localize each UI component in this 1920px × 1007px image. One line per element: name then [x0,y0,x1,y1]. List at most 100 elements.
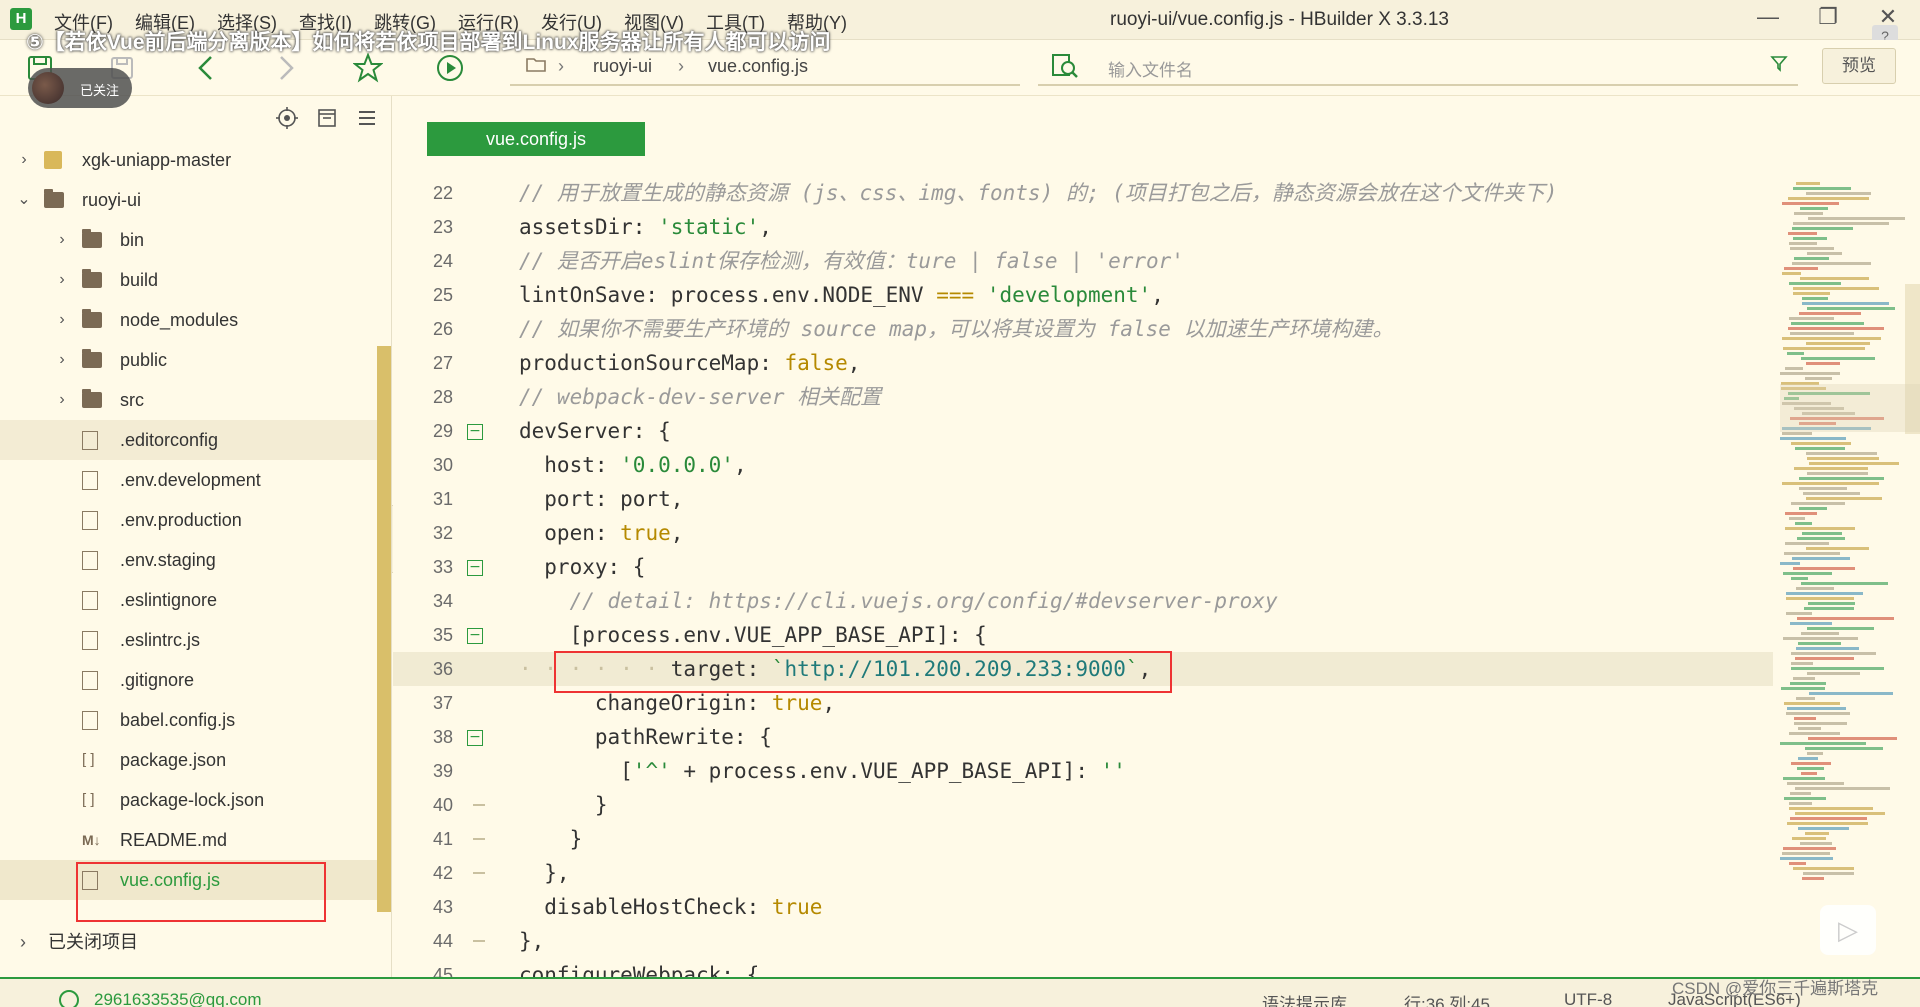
code-text: disableHostCheck: true [519,895,823,919]
cursor-position[interactable]: 行:36 列:45 [1404,990,1490,1007]
breadcrumb-project[interactable]: ruoyi-ui [593,56,652,77]
tree-item[interactable]: › build [0,260,378,300]
minimap-line [1791,662,1813,665]
code-line[interactable]: 33− proxy: { [393,550,1773,584]
locate-icon[interactable] [275,106,299,130]
code-text: } [519,793,608,817]
encoding[interactable]: UTF-8 [1564,990,1612,1007]
code-line[interactable]: 34 // detail: https://cli.vuejs.org/conf… [393,584,1773,618]
line-number: 38 [432,727,453,747]
fold-toggle-icon[interactable]: − [467,730,483,746]
tree-item[interactable]: .env.staging [0,540,378,580]
code-line[interactable]: 25 lintOnSave: process.env.NODE_ENV === '… [393,278,1773,312]
code-line[interactable]: 29− devServer: { [393,414,1773,448]
line-number: 28 [432,387,453,407]
breadcrumb-file[interactable]: vue.config.js [708,56,808,77]
tree-item[interactable]: .editorconfig [0,420,378,460]
minimap-line [1798,757,1818,760]
tab-vue-config[interactable]: vue.config.js [427,122,645,156]
code-line[interactable]: 32 open: true, [393,516,1773,550]
code-line[interactable]: 42 }, [393,856,1773,890]
code-line[interactable]: 22 // 用于放置生成的静态资源 (js、css、img、fonts) 的; (… [393,176,1773,210]
menu-icon[interactable] [355,106,379,130]
preview-button[interactable]: 预览 [1822,48,1896,84]
fold-toggle-icon[interactable]: − [467,424,483,440]
chevron-right-icon[interactable]: › [52,220,72,260]
minimap-line [1805,747,1883,750]
minimap-line [1806,192,1871,195]
chevron-right-icon[interactable]: › [14,140,34,180]
video-title-overlay: ⑤【若依Vue前后端分离版本】如何将若依项目部署到Linux服务器让所有人都可以… [26,31,831,54]
chevron-right-icon[interactable]: › [52,340,72,380]
tree-item[interactable]: › public [0,340,378,380]
minimap-line [1793,187,1851,190]
minimap-line [1793,237,1827,240]
code-text: }, [519,861,570,885]
minimap-line [1793,867,1854,870]
tree-item-label: package.json [120,750,227,770]
tree-item[interactable]: › node_modules [0,300,378,340]
minimap-line [1780,372,1840,375]
chevron-down-icon[interactable]: ⌄ [14,180,34,220]
code-editor[interactable]: vue.config.js 22 // 用于放置生成的静态资源 (js、css、i… [393,96,1920,987]
play-icon[interactable]: ▷ [1820,905,1876,955]
code-line[interactable]: 26 // 如果你不需要生产环境的 source map，可以将其设置为 fals… [393,312,1773,346]
code-line[interactable]: 28 // webpack-dev-server 相关配置 [393,380,1773,414]
code-line[interactable]: 44}, [393,924,1773,958]
tree-item[interactable]: M↓ README.md [0,820,378,860]
code-lines[interactable]: 22 // 用于放置生成的静态资源 (js、css、img、fonts) 的; (… [393,176,1773,992]
tree-item[interactable]: ⌄ ruoyi-ui [0,180,378,220]
minimize-icon[interactable]: — [1756,4,1780,30]
minimap[interactable] [1780,182,1905,902]
tree-item[interactable]: [ ] package-lock.json [0,780,378,820]
tree-item[interactable]: .gitignore [0,660,378,700]
tree-item[interactable]: .env.production [0,500,378,540]
minimap-line [1800,277,1869,280]
tree-item-label: ruoyi-ui [82,190,142,210]
tree-item[interactable]: babel.config.js [0,700,378,740]
tree-item[interactable]: .eslintignore [0,580,378,620]
closed-projects[interactable]: › 已关闭项目 [0,922,378,962]
code-line[interactable]: 27 productionSourceMap: false, [393,346,1773,380]
minimap-line [1789,517,1805,520]
minimap-line [1780,437,1846,440]
file-icon [82,431,98,450]
tree-item[interactable]: .eslintrc.js [0,620,378,660]
tree-item[interactable]: › xgk-uniapp-master [0,140,378,180]
code-line[interactable]: 43 disableHostCheck: true [393,890,1773,924]
account-email[interactable]: 2961633535@qq.com [94,990,262,1007]
fold-toggle-icon[interactable]: − [467,560,483,576]
code-line[interactable]: 39 ['^' + process.env.VUE_APP_BASE_API]:… [393,754,1773,788]
file-search[interactable]: 输入文件名 [1038,46,1798,86]
tree-item[interactable]: › bin [0,220,378,260]
code-line[interactable]: 38− pathRewrite: { [393,720,1773,754]
tree-item[interactable]: › src [0,380,378,420]
account-icon[interactable] [56,990,82,1007]
tree-item[interactable]: .env.development [0,460,378,500]
syntax-hint[interactable]: 语法提示库 [1262,990,1347,1007]
chevron-right-icon[interactable]: › [52,260,72,300]
maximize-icon[interactable]: ❐ [1816,4,1840,30]
folder-icon [82,269,102,288]
minimap-viewport[interactable] [1780,384,1920,432]
minimap-line [1789,807,1873,810]
code-line[interactable]: 31 port: port, [393,482,1773,516]
filter-icon[interactable] [1770,54,1788,77]
tree-item[interactable]: [ ] package.json [0,740,378,780]
follow-label: 已关注 [80,83,120,98]
code-line[interactable]: 30 host: '0.0.0.0', [393,448,1773,482]
explorer-scrollbar[interactable] [377,346,391,912]
code-line[interactable]: 24 // 是否开启eslint保存检测，有效值：ture | false | '… [393,244,1773,278]
collapse-all-icon[interactable] [315,106,339,130]
follow-badge[interactable]: 已关注 [28,68,132,108]
fold-toggle-icon[interactable]: − [467,628,483,644]
tree-item-label: package-lock.json [120,790,265,810]
search-input[interactable]: 输入文件名 [1108,56,1193,81]
code-line[interactable]: 23 assetsDir: 'static', [393,210,1773,244]
avatar [32,72,64,104]
code-line[interactable]: 35− [process.env.VUE_APP_BASE_API]: { [393,618,1773,652]
chevron-right-icon[interactable]: › [52,380,72,420]
code-line[interactable]: 40 } [393,788,1773,822]
chevron-right-icon[interactable]: › [52,300,72,340]
code-line[interactable]: 41 } [393,822,1773,856]
